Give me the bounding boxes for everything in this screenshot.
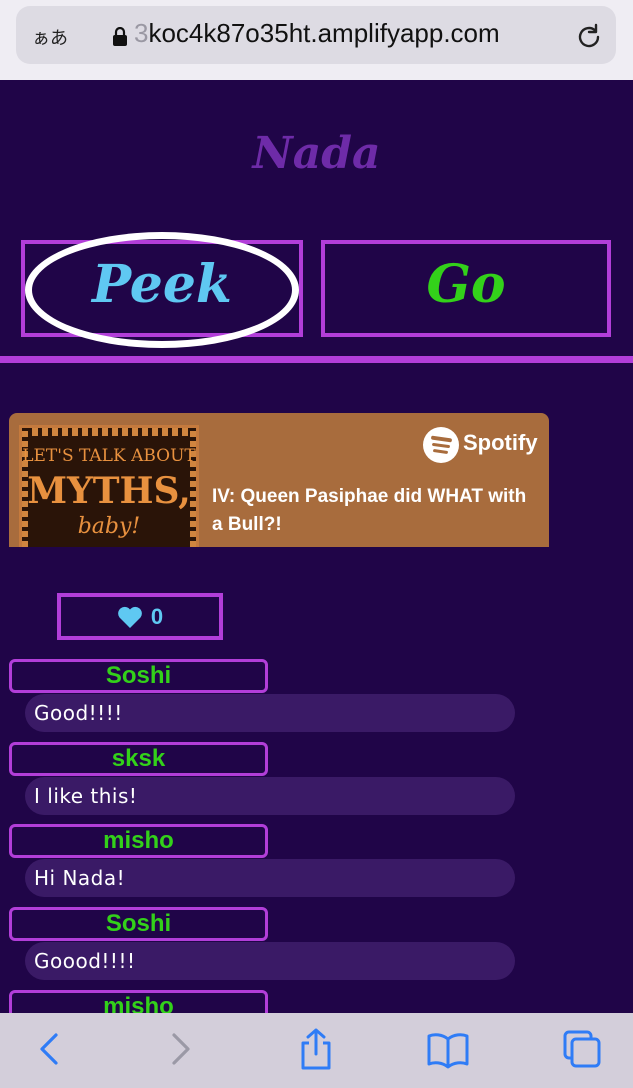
comment-text: Hi Nada! <box>25 859 515 897</box>
comment-author: Soshi <box>9 907 268 941</box>
tabs-icon[interactable] <box>560 1027 604 1071</box>
cover-line-2: MYTHS, <box>27 470 191 512</box>
tab-peek[interactable]: Peek <box>21 232 303 348</box>
like-button[interactable]: 0 <box>57 593 223 640</box>
spotify-embed[interactable]: LET'S TALK ABOUT MYTHS, baby! Spotify IV… <box>9 413 549 547</box>
comment-author: misho <box>9 824 268 858</box>
comment-text: I like this! <box>25 777 515 815</box>
browser-top-bar: ぁあ 3koc4k87o35ht.amplifyapp.com <box>0 0 633 80</box>
comment-text: Good!!!! <box>25 694 515 732</box>
comment-item: misho Hi Nada! <box>0 824 633 904</box>
url-text[interactable]: 3koc4k87o35ht.amplifyapp.com <box>134 18 500 49</box>
comment-item: Soshi Goood!!!! <box>0 907 633 987</box>
comment-item: sksk I like this! <box>0 742 633 822</box>
spotify-brand[interactable]: Spotify <box>463 430 538 456</box>
episode-title[interactable]: IV: Queen Pasiphae did WHAT with a Bull?… <box>212 483 542 539</box>
text-size-button[interactable]: ぁあ <box>32 24 68 50</box>
selection-highlight-oval <box>25 232 299 348</box>
app-title: Nada <box>252 128 381 179</box>
lock-icon <box>113 27 127 46</box>
comment-author: Soshi <box>9 659 268 693</box>
podcast-cover-art: LET'S TALK ABOUT MYTHS, baby! <box>19 425 199 547</box>
comment-text: Goood!!!! <box>25 942 515 980</box>
comment-author: sksk <box>9 742 268 776</box>
cover-border <box>22 428 196 436</box>
bookmarks-icon[interactable] <box>426 1027 470 1071</box>
like-count: 0 <box>150 603 164 629</box>
reload-icon[interactable] <box>574 22 604 52</box>
address-bar[interactable]: ぁあ 3koc4k87o35ht.amplifyapp.com <box>16 6 616 64</box>
comment-item: Soshi Good!!!! <box>0 659 633 739</box>
spotify-icon[interactable] <box>423 427 459 463</box>
forward-icon[interactable] <box>158 1027 202 1071</box>
share-icon[interactable] <box>294 1027 338 1071</box>
header-divider <box>0 356 633 363</box>
back-icon[interactable] <box>28 1027 72 1071</box>
tab-go[interactable]: Go <box>321 240 611 337</box>
cover-line-3: baby! <box>77 514 141 539</box>
cover-line-1: LET'S TALK ABOUT <box>22 446 196 466</box>
heart-icon <box>118 606 142 628</box>
browser-bottom-toolbar <box>0 1013 633 1088</box>
tab-go-label: Go <box>426 254 506 315</box>
